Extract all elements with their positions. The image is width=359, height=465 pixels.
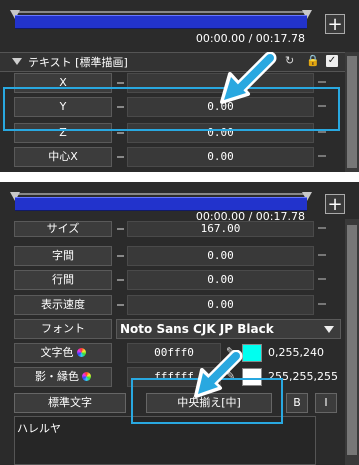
scrollbar[interactable] [345,219,359,465]
slider-minus-icon[interactable] [117,279,124,281]
font-select[interactable]: Noto Sans CJK JP Black [116,319,341,339]
collapse-icon[interactable] [12,58,22,65]
slider-minus-icon[interactable] [117,156,124,158]
param-label-display-speed[interactable]: 表示速度 [14,295,112,315]
slider-minus-icon[interactable] [117,82,124,84]
text-color-row: 文字色 00fff0 ✎ 0,255,240 [0,343,359,365]
font-row: フォント Noto Sans CJK JP Black [0,319,359,341]
add-button[interactable]: + [325,194,345,214]
timeline-ruler [15,193,307,195]
settings-panel-top: 00:00.00 / 00:17.78 + テキスト [標準描画] ⁘ ↻ 🔒 … [0,0,359,172]
param-label-center-x[interactable]: 中心X [14,147,112,167]
slider-track-icon[interactable] [318,303,326,309]
pointer-arrow-icon [194,350,243,398]
param-label-size[interactable]: サイズ [14,221,112,237]
param-value-center-x[interactable]: 0.00 [127,147,314,167]
param-value-char-spacing[interactable]: 0.00 [127,246,314,266]
bold-button[interactable]: B [286,393,308,413]
lock-icon[interactable]: 🔒 [306,54,320,67]
text-color-button[interactable]: 文字色 [14,343,112,363]
add-button[interactable]: + [325,14,345,34]
italic-button[interactable]: I [315,393,337,413]
color-wheel-icon [76,348,86,357]
scrollbar-thumb[interactable] [347,225,357,455]
slider-track-icon[interactable] [318,131,326,137]
scrollbar[interactable] [345,52,359,172]
text-color-rgb: 0,255,240 [268,346,324,359]
slider-track-icon[interactable] [318,227,326,233]
pointer-arrow-icon [220,52,277,104]
param-value-display-speed[interactable]: 0.00 [127,295,314,315]
timeline-time: 00:00.00 / 00:17.78 [195,32,305,45]
slider-minus-icon[interactable] [117,255,124,257]
refresh-icon[interactable]: ↻ [285,54,294,67]
shadow-color-label: 影・縁色 [35,370,79,383]
color-wheel-icon [82,372,91,381]
standard-text-button[interactable]: 標準文字 [14,393,126,413]
timeline-ruler [15,11,307,13]
slider-track-icon[interactable] [318,155,326,161]
chevron-down-icon [324,326,334,333]
param-row-display-speed: 表示速度 0.00 [0,295,359,317]
timeline-bar[interactable] [15,197,307,211]
param-label-line-spacing[interactable]: 行間 [14,270,112,290]
param-row-size: サイズ 167.00 [0,221,359,245]
enable-checkbox[interactable]: ✓ [326,55,338,67]
section-title: テキスト [標準描画] [28,56,128,69]
font-label: フォント [14,319,112,339]
slider-minus-icon[interactable] [117,304,124,306]
param-label-char-spacing[interactable]: 字間 [14,246,112,266]
param-value-size[interactable]: 167.00 [127,221,314,237]
slider-track-icon[interactable] [318,278,326,284]
slider-track-icon[interactable] [318,254,326,260]
param-value-line-spacing[interactable]: 0.00 [127,270,314,290]
text-color-swatch[interactable] [242,344,262,362]
slider-minus-icon[interactable] [117,228,124,230]
font-select-value: Noto Sans CJK JP Black [120,322,274,336]
slider-minus-icon[interactable] [117,132,124,134]
param-row-center-x: 中心X 0.00 [0,147,359,169]
param-row-line-spacing: 行間 0.00 [0,270,359,292]
section-header[interactable]: テキスト [標準描画] ⁘ ↻ 🔒 ✓ [0,52,359,72]
scrollbar-thumb[interactable] [347,56,357,168]
highlight-box-y-row [3,87,340,131]
text-color-label: 文字色 [40,346,74,359]
shadow-color-button[interactable]: 影・縁色 [14,367,112,387]
param-row-char-spacing: 字間 0.00 [0,246,359,268]
timeline-bar[interactable] [15,15,307,29]
